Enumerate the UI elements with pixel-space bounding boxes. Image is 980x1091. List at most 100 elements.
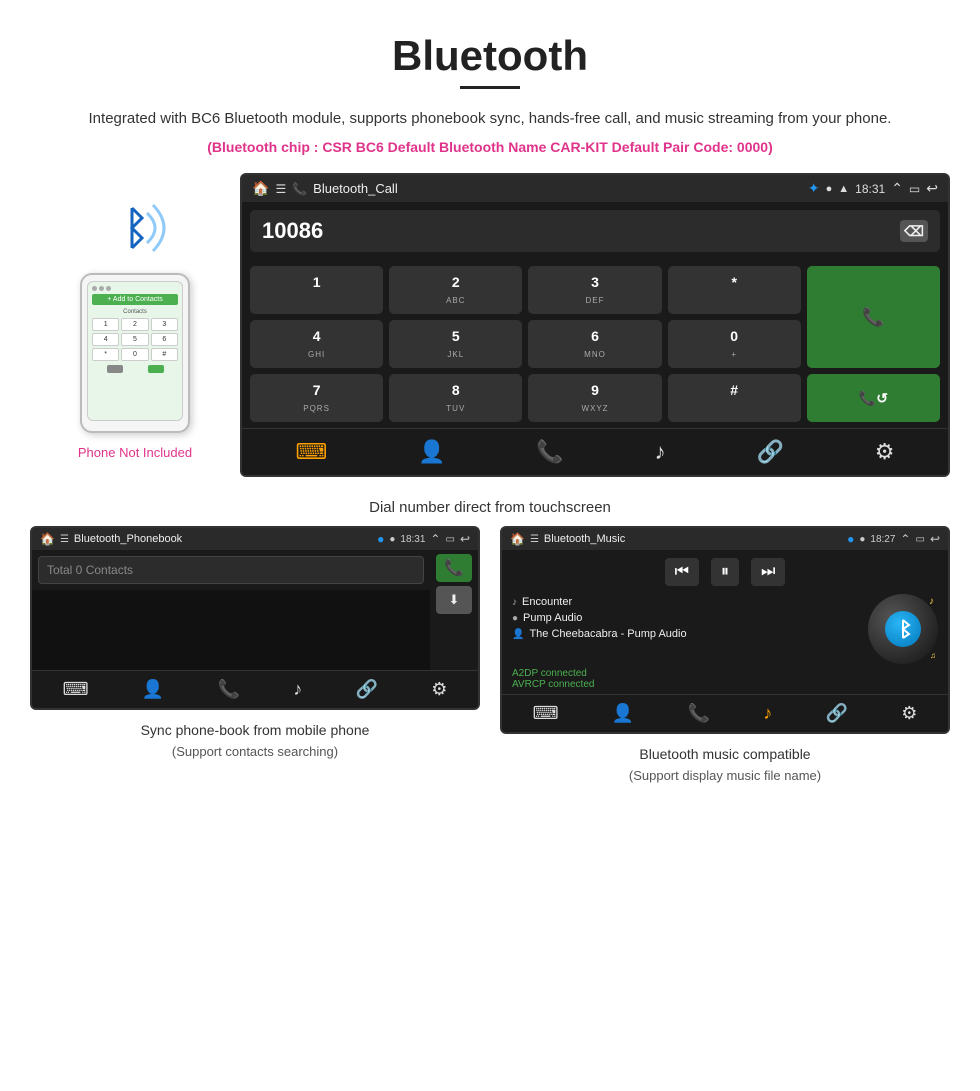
phone-key-2[interactable]: 2 [121, 318, 148, 331]
mus-window-icon[interactable]: ▭ [915, 534, 924, 545]
title-underline [460, 86, 520, 89]
phone-key-3[interactable]: 3 [151, 318, 178, 331]
bluetooth-signal-icon [95, 193, 175, 263]
phone-call-btn[interactable] [148, 365, 164, 373]
music-caption-sub: (Support display music file name) [629, 768, 821, 783]
pb-search-box[interactable]: Total 0 Contacts [38, 556, 424, 584]
key-8[interactable]: 8TUV [389, 374, 522, 422]
mus-connected-status: A2DP connected AVRCP connected [502, 668, 948, 694]
mus-nav-dialpad[interactable]: ⌨ [533, 703, 559, 724]
expand-icon[interactable]: ⌃ [891, 180, 903, 197]
mus-app-title: Bluetooth_Music [544, 533, 842, 545]
phone-key-star[interactable]: * [92, 348, 119, 361]
phonebook-caption-main: Sync phone-book from mobile phone [141, 722, 370, 738]
subtitle-text: Integrated with BC6 Bluetooth module, su… [0, 107, 980, 139]
pb-nav-link[interactable]: 🔗 [356, 679, 378, 700]
phone-key-4[interactable]: 4 [92, 333, 119, 346]
phone-screen: + Add to Contacts Contacts 1 2 3 4 5 6 *… [87, 281, 183, 421]
backspace-button[interactable]: ⌫ [900, 220, 928, 242]
mus-track-3: 👤 The Cheebacabra - Pump Audio [512, 626, 862, 642]
mus-track-area: ♪ Encounter ● Pump Audio 👤 The Cheebacab… [502, 590, 948, 668]
dialer-number-row: 10086 ⌫ [250, 210, 940, 252]
phone-dot-3 [106, 286, 111, 291]
nav-dialpad-icon[interactable]: ⌨ [295, 439, 327, 465]
key-9[interactable]: 9WXYZ [528, 374, 661, 422]
phone-key-0[interactable]: 0 [121, 348, 148, 361]
pb-wifi-icon: ● [389, 534, 395, 545]
back-icon[interactable]: ↩ [926, 180, 938, 197]
nav-calllog-icon[interactable]: 📞 [536, 439, 563, 465]
key-star[interactable]: * [668, 266, 801, 314]
nav-settings-icon[interactable]: ⚙ [875, 439, 895, 465]
mus-expand-icon[interactable]: ⌃ [900, 532, 910, 546]
app-title-label: Bluetooth_Call [313, 181, 802, 196]
vinyl-note-1: ♪ [929, 596, 934, 607]
nav-link-icon[interactable]: 🔗 [757, 439, 784, 465]
key-5[interactable]: 5JKL [389, 320, 522, 368]
pb-nav-calllog[interactable]: 📞 [218, 679, 240, 700]
main-section: + Add to Contacts Contacts 1 2 3 4 5 6 *… [0, 173, 980, 477]
bluetooth-icon-wrap [95, 193, 175, 263]
nav-music-icon[interactable]: ♪ [655, 439, 666, 465]
mus-nav-calllog[interactable]: 📞 [688, 703, 710, 724]
menu-icon[interactable]: ☰ [275, 182, 286, 196]
mus-note-icon: ♪ [512, 597, 517, 608]
mus-nav-music[interactable]: ♪ [763, 703, 772, 724]
car-screen: 🏠 ☰ 📞 Bluetooth_Call ✦ ● ▲ 18:31 ⌃ ▭ ↩ 1… [240, 173, 950, 477]
dial-caption: Dial number direct from touchscreen [0, 487, 980, 526]
redial-button[interactable]: 📞↺ [807, 374, 940, 422]
pb-back-icon[interactable]: ↩ [460, 532, 470, 546]
mus-prev-button[interactable]: ⏮ [665, 558, 699, 586]
phone-not-included-label: Phone Not Included [78, 445, 192, 460]
phonebook-caption-sub: (Support contacts searching) [172, 744, 338, 759]
home-icon[interactable]: 🏠 [252, 180, 269, 197]
pb-content-area [32, 590, 430, 670]
key-2[interactable]: 2ABC [389, 266, 522, 314]
key-3[interactable]: 3DEF [528, 266, 661, 314]
mus-nav-link[interactable]: 🔗 [826, 703, 848, 724]
window-icon[interactable]: ▭ [909, 182, 920, 196]
pb-app-title: Bluetooth_Phonebook [74, 533, 372, 545]
avrcp-status: AVRCP connected [512, 679, 938, 690]
key-1[interactable]: 1 [250, 266, 383, 314]
mus-person-icon: 👤 [512, 629, 524, 640]
music-caption: Bluetooth music compatible (Support disp… [619, 734, 831, 786]
phone-end-btn[interactable] [107, 365, 123, 373]
pb-nav-settings[interactable]: ⚙ [431, 679, 447, 700]
pb-expand-icon[interactable]: ⌃ [430, 532, 440, 546]
mus-nav-settings[interactable]: ⚙ [901, 703, 917, 724]
phone-key-hash[interactable]: # [151, 348, 178, 361]
mus-track-1: ♪ Encounter [512, 594, 862, 610]
mus-next-button[interactable]: ⏭ [751, 558, 785, 586]
key-7[interactable]: 7PQRS [250, 374, 383, 422]
pb-nav-contacts[interactable]: 👤 [142, 679, 164, 700]
mus-time: 18:27 [870, 534, 895, 545]
pb-nav-dialpad[interactable]: ⌨ [63, 679, 89, 700]
phone-top-bar [92, 286, 178, 291]
phone-key-6[interactable]: 6 [151, 333, 178, 346]
call-button[interactable]: 📞 [807, 266, 940, 368]
nav-contacts-icon[interactable]: 👤 [418, 439, 445, 465]
phone-key-5[interactable]: 5 [121, 333, 148, 346]
key-hash[interactable]: # [668, 374, 801, 422]
mus-track-name-1: Encounter [522, 596, 572, 608]
key-6[interactable]: 6MNO [528, 320, 661, 368]
mus-nav-contacts[interactable]: 👤 [612, 703, 634, 724]
mus-play-button[interactable]: ⏸ [711, 558, 739, 586]
pb-call-button[interactable]: 📞 [436, 554, 472, 582]
mus-home-icon[interactable]: 🏠 [510, 532, 525, 546]
pb-window-icon[interactable]: ▭ [445, 534, 454, 545]
pb-home-icon[interactable]: 🏠 [40, 532, 55, 546]
pb-import-button[interactable]: ⬇ [436, 586, 472, 614]
phonebook-screen: 🏠 ☰ Bluetooth_Phonebook ● ● 18:31 ⌃ ▭ ↩ … [30, 526, 480, 710]
pb-nav-music[interactable]: ♪ [293, 679, 302, 700]
phone-key-1[interactable]: 1 [92, 318, 119, 331]
pb-buttons: 📞 ⬇ [430, 550, 478, 618]
phone-dot-1 [92, 286, 97, 291]
mus-track-2: ● Pump Audio [512, 610, 862, 626]
mus-menu-icon: ☰ [530, 534, 539, 545]
key-4[interactable]: 4GHI [250, 320, 383, 368]
music-screen: 🏠 ☰ Bluetooth_Music ● ● 18:27 ⌃ ▭ ↩ ⏮ ⏸ … [500, 526, 950, 734]
mus-back-icon[interactable]: ↩ [930, 532, 940, 546]
key-0[interactable]: 0+ [668, 320, 801, 368]
